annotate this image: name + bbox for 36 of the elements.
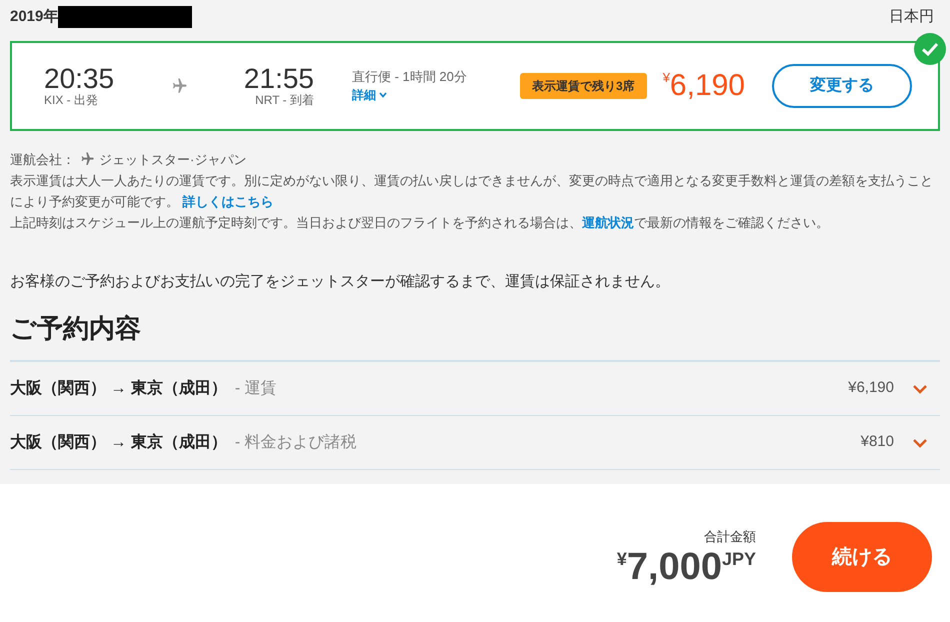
section-heading: ご予約内容 <box>10 312 142 345</box>
fare-amount: ¥6,190 <box>848 378 894 398</box>
departure-time: 20:35 <box>44 64 116 94</box>
change-button[interactable]: 変更する <box>772 64 912 108</box>
chevron-down-icon <box>379 92 387 98</box>
fare-note: 上記時刻はスケジュール上の運航予定時刻です。当日および翌日のフライトを予約される場合は、運航状況で最新の情報をご確認ください。 <box>10 214 830 232</box>
route-label: 大阪（関西） → 東京（成田） <box>10 378 227 398</box>
fare-item-label: - 料金および諸税 <box>234 432 357 452</box>
check-icon <box>914 32 946 64</box>
plane-icon <box>170 76 188 94</box>
flight-summary: 直行便 - 1時間 20分 <box>352 68 468 86</box>
carrier-label: 運航会社： <box>10 150 75 168</box>
date-label: 2019年 <box>10 7 58 27</box>
guarantee-notice: お客様のご予約およびお支払いの完了をジェットスターが確認するまで、運賃は保証されません。 <box>10 272 671 292</box>
details-link[interactable]: 詳細 <box>352 86 492 104</box>
fare-amount: ¥810 <box>860 432 894 452</box>
route-label: 大阪（関西） → 東京（成田） <box>10 432 227 452</box>
fare-price: ¥6,190 <box>662 70 745 102</box>
carrier-name: ジェットスター·ジャパン <box>99 150 246 168</box>
chevron-down-icon[interactable] <box>912 438 928 448</box>
fare-row[interactable]: 大阪（関西） → 東京（成田） - 料金および諸税 ¥810 <box>10 416 940 470</box>
continue-button[interactable]: 続ける <box>792 522 932 592</box>
plane-icon <box>79 151 95 167</box>
info-link[interactable]: 詳しくはこちら <box>182 194 274 208</box>
fare-note: 表示運賃は大人一人あたりの運賃です。別に定めがない限り、運賃の払い戻しはできませんが、変更の時点で適用となる変更手数料と運賃の差額を支払うことにより予約変更が可能です。 詳しくはこちら <box>10 172 934 210</box>
arrival-time: 21:55 <box>244 64 314 94</box>
fare-row[interactable]: 大阪（関西） → 東京（成田） - 運賃 ¥6,190 <box>10 362 940 416</box>
info-link[interactable]: 運航状況 <box>582 214 634 230</box>
total-label: 合計金額 <box>704 528 756 546</box>
currency-label: 日本円 <box>889 7 934 27</box>
fare-item-label: - 運賃 <box>234 378 277 398</box>
chevron-down-icon[interactable] <box>912 384 928 394</box>
arrival-airport: NRT - 到着 <box>255 94 314 107</box>
departure-airport: KIX - 出発 <box>44 94 100 107</box>
flight-card[interactable]: 20:35 KIX - 出発 21:55 NRT - 到着 直行便 - 1時間 20分 詳細 表示運賃で残り3席 ¥6,190 変更する <box>10 40 940 130</box>
seats-left-badge: 表示運賃で残り3席 <box>520 72 647 98</box>
